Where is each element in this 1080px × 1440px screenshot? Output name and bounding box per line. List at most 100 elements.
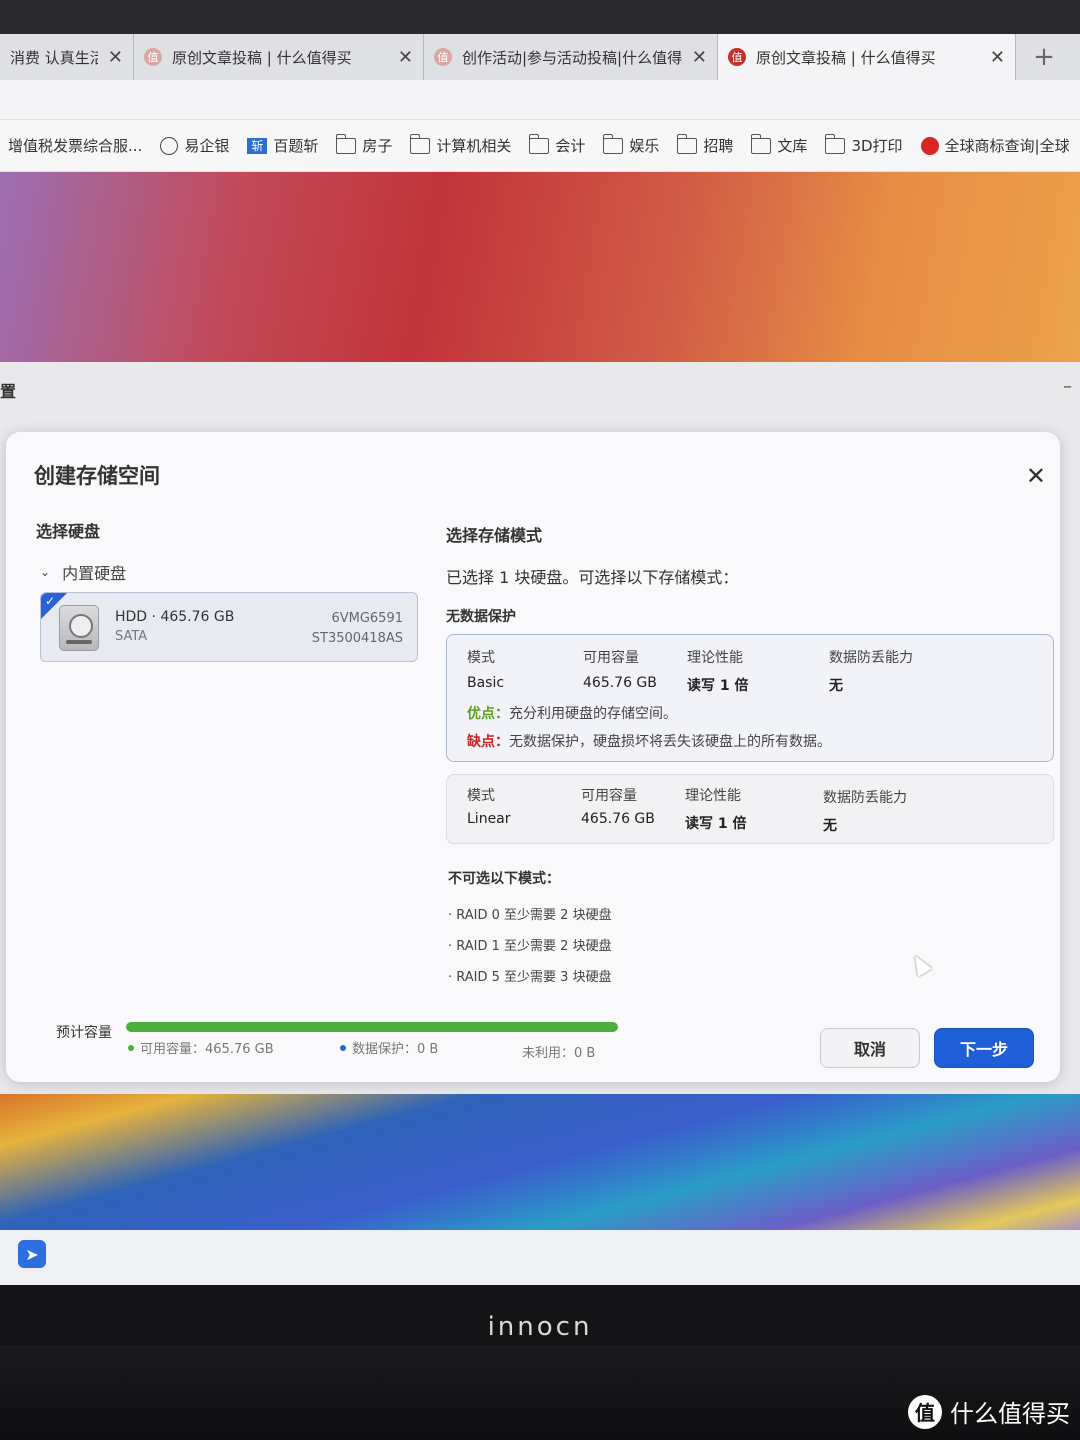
legend-available: 可用容量：465.76 GB xyxy=(128,1038,274,1057)
app-icon: 斩 xyxy=(247,137,268,154)
cancel-button[interactable]: 取消 xyxy=(820,1028,920,1068)
bookmark-label: 全球商标查询|全球 xyxy=(944,137,1070,155)
bookmark-label: 文库 xyxy=(777,137,808,155)
legend-unused: 未利用：0 B xyxy=(522,1042,595,1061)
pro-label: 优点： xyxy=(467,706,509,722)
folder-icon xyxy=(410,133,431,154)
bookmark-folder[interactable]: 娱乐 xyxy=(603,133,660,156)
mode-protection: 无 xyxy=(823,818,837,834)
header-performance: 理论性能 xyxy=(687,650,743,666)
legend-protection-text: 数据保护：0 B xyxy=(352,1042,439,1057)
app-title: 置 xyxy=(0,382,17,401)
bookmark-folder[interactable]: 计算机相关 xyxy=(410,133,511,156)
folder-icon xyxy=(677,133,698,154)
close-icon[interactable]: ✕ xyxy=(1026,462,1046,490)
green-dot-icon xyxy=(128,1044,134,1051)
close-icon[interactable]: ✕ xyxy=(990,47,1005,68)
bookmark-folder[interactable]: 文库 xyxy=(751,133,808,156)
legend-protection: 数据保护：0 B xyxy=(340,1038,438,1057)
bookmark-label: 增值税发票综合服... xyxy=(8,137,143,155)
con-label: 缺点： xyxy=(467,734,509,750)
folder-icon xyxy=(751,133,772,154)
smzdm-favicon-icon: 值 xyxy=(728,48,746,66)
close-icon[interactable]: ✕ xyxy=(108,47,123,68)
screen: 消费 认真生活 ✕ 值 原创文章投稿 | 什么值得买 ✕ 值 创作活动|参与活动… xyxy=(0,34,1080,1286)
folder-icon xyxy=(603,133,624,154)
watermark-text: 什么值得买 xyxy=(950,1400,1070,1428)
no-protection-heading: 无数据保护 xyxy=(446,609,516,625)
disk-group-label: 内置硬盘 xyxy=(62,564,127,583)
bookmark-label: 易企银 xyxy=(184,137,230,155)
disk-model: ST3500418AS xyxy=(311,631,403,646)
tab-1[interactable]: 消费 认真生活 ✕ xyxy=(0,34,134,80)
unavailable-mode-item: · RAID 1 至少需要 2 块硬盘 xyxy=(448,939,612,954)
capacity-label: 预计容量 xyxy=(56,1025,112,1041)
tab-title: 消费 认真生活 xyxy=(10,48,98,67)
bookmark-label: 招聘 xyxy=(703,137,734,155)
hard-disk-icon xyxy=(59,605,99,651)
capacity-bar-fill xyxy=(126,1022,618,1032)
pro-text: 充分利用硬盘的存储空间。 xyxy=(509,706,677,722)
smzdm-favicon-icon: 值 xyxy=(144,48,162,66)
brand-icon xyxy=(920,136,939,155)
create-storage-dialog: 创建存储空间 ✕ 选择硬盘 ⌄ 内置硬盘 ✓ HDD · 465.76 GB S… xyxy=(6,432,1060,1082)
minimize-icon[interactable]: – xyxy=(1063,376,1072,397)
bookmark-folder[interactable]: 3D打印 xyxy=(825,133,903,156)
mode-name: Linear xyxy=(467,811,511,827)
header-protection: 数据防丢能力 xyxy=(829,650,913,666)
bookmark-folder[interactable]: 会计 xyxy=(529,133,586,156)
bookmark-item[interactable]: 全球商标查询|全球 xyxy=(920,135,1070,156)
close-icon[interactable]: ✕ xyxy=(398,47,413,68)
bookmark-item[interactable]: 增值税发票综合服... xyxy=(8,135,142,156)
smzdm-watermark: 值 什么值得买 xyxy=(908,1394,1070,1429)
legend-available-text: 可用容量：465.76 GB xyxy=(140,1042,274,1057)
chevron-down-icon: ⌄ xyxy=(40,565,51,579)
disk-name: HDD · 465.76 GB xyxy=(115,609,235,625)
bookmark-label: 会计 xyxy=(555,137,586,155)
bookmark-folder[interactable]: 招聘 xyxy=(677,133,734,156)
unavailable-mode-item: · RAID 5 至少需要 3 块硬盘 xyxy=(448,970,612,985)
tab-4[interactable]: 值 原创文章投稿 | 什么值得买 ✕ xyxy=(718,34,1016,80)
app-launcher-icon[interactable]: ➤ xyxy=(18,1240,46,1268)
legend-unused-text: 未利用：0 B xyxy=(522,1046,596,1061)
disk-group-toggle[interactable]: ⌄ 内置硬盘 xyxy=(40,560,126,584)
header-protection: 数据防丢能力 xyxy=(823,790,907,806)
bookmark-folder[interactable]: 房子 xyxy=(336,133,392,156)
mode-card-linear[interactable]: 模式 可用容量 理论性能 数据防丢能力 Linear 465.76 GB 读写 … xyxy=(446,774,1054,844)
tab-bar: 消费 认真生活 ✕ 值 原创文章投稿 | 什么值得买 ✕ 值 创作活动|参与活动… xyxy=(0,34,1080,80)
header-capacity: 可用容量 xyxy=(583,650,639,666)
folder-icon xyxy=(825,133,846,154)
monitor-bezel-top xyxy=(0,0,1080,34)
tab-title: 创作活动|参与活动投稿|什么值得 xyxy=(462,48,682,67)
mode-performance: 读写 1 倍 xyxy=(685,816,747,832)
mode-protection: 无 xyxy=(829,678,843,694)
bookmark-label: 娱乐 xyxy=(629,137,660,155)
bookmark-label: 3D打印 xyxy=(851,137,903,155)
disk-card[interactable]: ✓ HDD · 465.76 GB SATA 6VMG6591 ST350041… xyxy=(40,592,418,662)
bookmark-item[interactable]: 斩百题斩 xyxy=(247,135,318,156)
header-performance: 理论性能 xyxy=(685,788,741,804)
mode-pros: 优点：充分利用硬盘的存储空间。 xyxy=(467,703,677,723)
mode-capacity: 465.76 GB xyxy=(583,675,657,691)
mode-card-basic[interactable]: 模式 可用容量 理论性能 数据防丢能力 Basic 465.76 GB 读写 1… xyxy=(446,634,1054,762)
blue-dot-icon xyxy=(340,1044,346,1051)
tab-title: 原创文章投稿 | 什么值得买 xyxy=(172,48,352,67)
smzdm-favicon-icon: 值 xyxy=(434,48,452,66)
select-disk-heading: 选择硬盘 xyxy=(36,522,101,541)
capacity-bar xyxy=(126,1022,618,1032)
storage-mode-heading: 选择存储模式 xyxy=(446,526,543,545)
bookmark-item[interactable]: 易企银 xyxy=(160,135,229,156)
disk-bus: SATA xyxy=(115,629,148,644)
close-icon[interactable]: ✕ xyxy=(692,47,707,68)
mode-cons: 缺点：无数据保护，硬盘损坏将丢失该硬盘上的所有数据。 xyxy=(467,731,831,751)
unavailable-mode-item: · RAID 0 至少需要 2 块硬盘 xyxy=(448,908,612,923)
tab-2[interactable]: 值 原创文章投稿 | 什么值得买 ✕ xyxy=(134,34,424,80)
tab-3[interactable]: 值 创作活动|参与活动投稿|什么值得 ✕ xyxy=(424,34,718,80)
bookmark-label: 百题斩 xyxy=(273,137,319,155)
next-step-button[interactable]: 下一步 xyxy=(934,1028,1034,1068)
globe-icon xyxy=(160,136,179,155)
header-mode: 模式 xyxy=(467,650,495,666)
selected-disk-note: 已选择 1 块硬盘。可选择以下存储模式： xyxy=(446,568,739,587)
new-tab-button[interactable]: + xyxy=(1016,34,1072,80)
mouse-cursor-icon xyxy=(908,951,932,977)
